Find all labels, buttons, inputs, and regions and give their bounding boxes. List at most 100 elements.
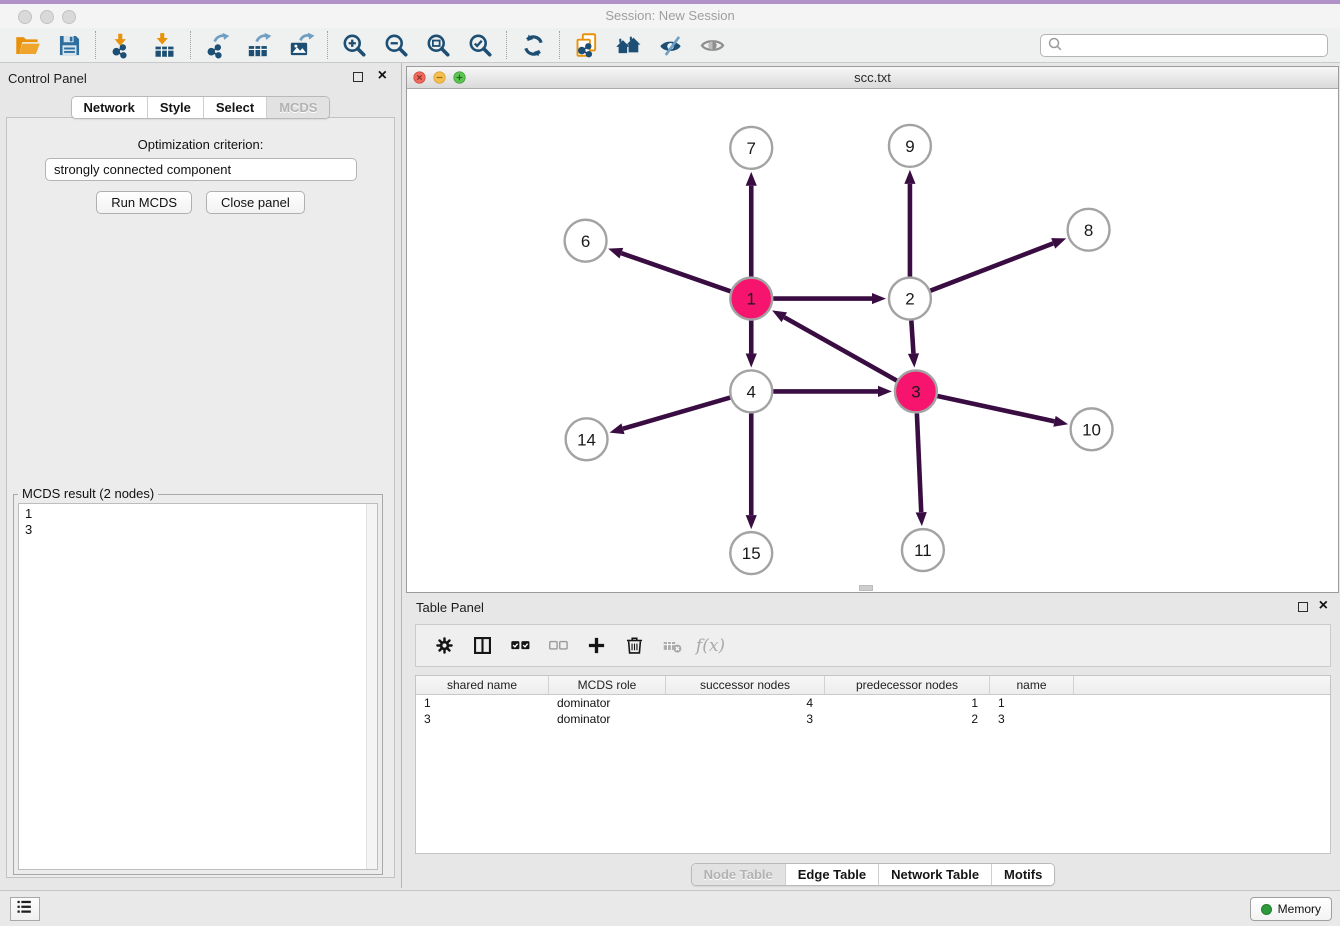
table-cell[interactable]: 4 — [666, 695, 825, 711]
graph-edge-4-3[interactable] — [773, 386, 892, 397]
table-cell[interactable]: 1 — [825, 695, 990, 711]
tab-edge-table[interactable]: Edge Table — [785, 864, 878, 885]
tab-style[interactable]: Style — [147, 97, 203, 118]
table-cell[interactable]: 2 — [825, 711, 990, 727]
network-minimize-icon[interactable] — [433, 71, 446, 84]
graph-edge-2-3[interactable] — [908, 320, 919, 367]
graph-node-9[interactable]: 9 — [889, 125, 931, 167]
memory-button[interactable]: Memory — [1250, 897, 1332, 921]
show-details-button[interactable] — [691, 29, 733, 61]
network-zoom-icon[interactable] — [453, 71, 466, 84]
result-scrollbar[interactable] — [366, 504, 377, 869]
delete-table-icon — [662, 635, 683, 656]
graph-node-4[interactable]: 4 — [730, 370, 772, 412]
select-all-checks-button[interactable] — [506, 631, 535, 661]
graph-node-7[interactable]: 7 — [730, 127, 772, 169]
graph-edge-4-15[interactable] — [746, 413, 757, 529]
table-cell[interactable]: 3 — [990, 711, 1074, 727]
table-cell[interactable]: 1 — [416, 695, 549, 711]
tab-motifs[interactable]: Motifs — [991, 864, 1054, 885]
search-input[interactable] — [1062, 39, 1321, 53]
table-row[interactable]: 1dominator411 — [416, 695, 1330, 711]
graph-node-8[interactable]: 8 — [1068, 209, 1110, 251]
mcds-result-area[interactable]: 13 — [18, 503, 378, 870]
split-columns-button[interactable] — [468, 631, 497, 661]
graph-edge-3-1[interactable] — [772, 310, 897, 380]
table-cell[interactable]: dominator — [549, 695, 666, 711]
import-table-button[interactable] — [143, 29, 185, 61]
graph-edge-1-4[interactable] — [746, 321, 757, 368]
graph-node-15[interactable]: 15 — [730, 532, 772, 574]
table-cell[interactable]: 1 — [990, 695, 1074, 711]
column-header-name[interactable]: name — [990, 676, 1074, 694]
graph-edge-3-11[interactable] — [916, 413, 927, 526]
graph-node-1[interactable]: 1 — [730, 278, 772, 320]
zoom-selected-button[interactable] — [459, 29, 501, 61]
graph-edge-1-2[interactable] — [773, 293, 886, 304]
run-mcds-button[interactable]: Run MCDS — [96, 191, 192, 214]
network-view-window: scc.txt 7 9 6 8 1 2 4 3 14 10 15 11 — [406, 66, 1339, 593]
tab-node-table[interactable]: Node Table — [692, 864, 785, 885]
zoom-out-button[interactable] — [375, 29, 417, 61]
tab-select[interactable]: Select — [203, 97, 266, 118]
task-history-button[interactable] — [10, 897, 40, 921]
graph-edge-4-14[interactable] — [610, 398, 731, 435]
column-header-successor-nodes[interactable]: successor nodes — [666, 676, 825, 694]
open-file-button[interactable] — [6, 29, 48, 61]
control-panel-close-icon[interactable]: × — [378, 71, 387, 81]
network-canvas[interactable]: 7 9 6 8 1 2 4 3 14 10 15 11 — [407, 90, 1338, 592]
graph-edge-3-10[interactable] — [937, 396, 1068, 427]
function-builder-button: f(x) — [696, 631, 725, 661]
neighborhood-button[interactable] — [607, 29, 649, 61]
settings-gear-button[interactable] — [430, 631, 459, 661]
table-panel-close-icon[interactable]: × — [1319, 601, 1328, 611]
graph-edge-1-6[interactable] — [608, 248, 730, 291]
table-cell[interactable]: 3 — [416, 711, 549, 727]
add-column-button[interactable] — [582, 631, 611, 661]
export-table-button[interactable] — [238, 29, 280, 61]
zoom-fit-button[interactable] — [417, 29, 459, 61]
refresh-layout-button[interactable] — [512, 29, 554, 61]
svg-text:2: 2 — [905, 290, 914, 309]
hide-details-button[interactable] — [649, 29, 691, 61]
tab-network-table[interactable]: Network Table — [878, 864, 991, 885]
graph-edge-2-8[interactable] — [930, 238, 1066, 291]
toolbar-separator — [559, 31, 560, 59]
graph-edge-1-7[interactable] — [746, 172, 757, 277]
criterion-dropdown[interactable]: strongly connected component — [45, 158, 357, 181]
table-cell[interactable]: dominator — [549, 711, 666, 727]
network-window-titlebar[interactable]: scc.txt — [407, 67, 1338, 89]
table-cell[interactable]: 3 — [666, 711, 825, 727]
export-image-button[interactable] — [280, 29, 322, 61]
memory-label: Memory — [1278, 902, 1321, 916]
graph-node-6[interactable]: 6 — [565, 220, 607, 262]
close-panel-button[interactable]: Close panel — [206, 191, 305, 214]
svg-text:6: 6 — [581, 232, 590, 251]
graph-node-3[interactable]: 3 — [895, 370, 937, 412]
column-header-shared-name[interactable]: shared name — [416, 676, 549, 694]
zoom-in-button[interactable] — [333, 29, 375, 61]
tab-network[interactable]: Network — [72, 97, 147, 118]
tab-mcds[interactable]: MCDS — [266, 97, 329, 118]
graph-edge-2-9[interactable] — [904, 170, 915, 277]
table-panel-float-icon[interactable] — [1298, 602, 1308, 612]
control-panel-float-icon[interactable] — [353, 72, 363, 82]
column-header-MCDS-role[interactable]: MCDS role — [549, 676, 666, 694]
delete-columns-button[interactable] — [620, 631, 649, 661]
column-header-predecessor-nodes[interactable]: predecessor nodes — [825, 676, 990, 694]
export-network-button[interactable] — [196, 29, 238, 61]
graph-node-10[interactable]: 10 — [1071, 408, 1113, 450]
network-from-selection-button[interactable] — [565, 29, 607, 61]
canvas-scrollbar-thumb[interactable] — [859, 585, 873, 591]
network-close-icon[interactable] — [413, 71, 426, 84]
graph-node-2[interactable]: 2 — [889, 278, 931, 320]
graph-node-11[interactable]: 11 — [902, 529, 944, 571]
search-box[interactable] — [1040, 34, 1328, 57]
save-session-button[interactable] — [48, 29, 90, 61]
show-details-icon — [699, 32, 726, 59]
table-row[interactable]: 3dominator323 — [416, 711, 1330, 727]
graph-node-14[interactable]: 14 — [566, 418, 608, 460]
unselect-all-checks-button[interactable] — [544, 631, 573, 661]
unselect-all-checks-icon — [548, 635, 569, 656]
import-network-button[interactable] — [101, 29, 143, 61]
